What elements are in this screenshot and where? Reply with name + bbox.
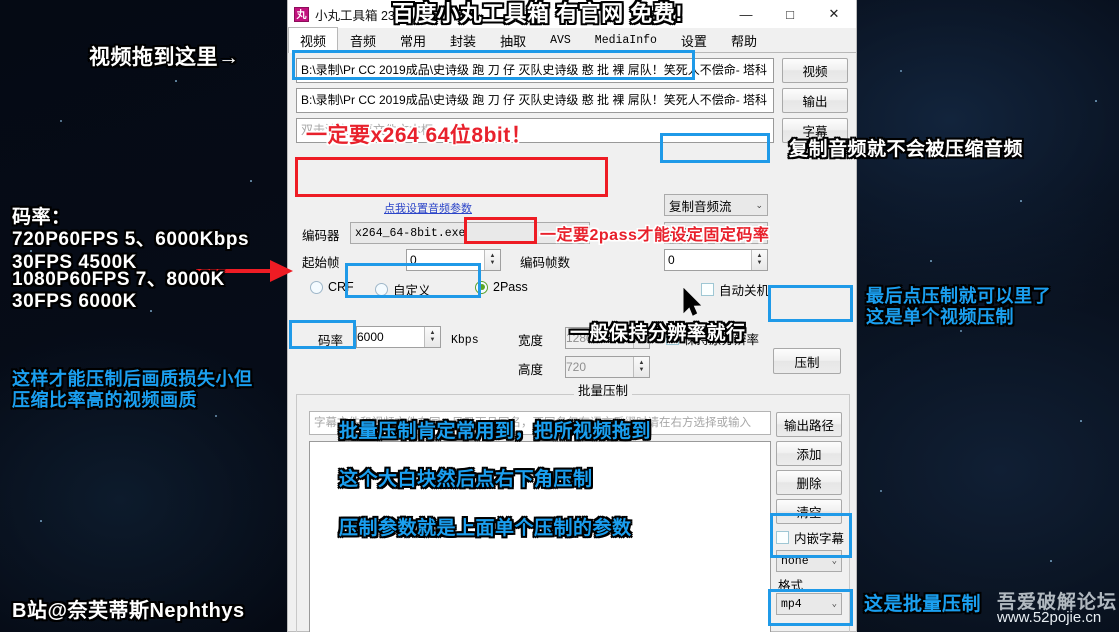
encode-frames-label: 编码帧数 <box>520 256 571 270</box>
tab-avs[interactable]: AVS <box>538 27 583 52</box>
annotation-bitrate-block: 码率： 720P60FPS 5、6000Kbps 30FPS 4500K <box>12 207 250 273</box>
encode-frames-input[interactable]: 0 ▲ ▼ <box>664 249 768 271</box>
audio-mode-combo[interactable]: 复制音频流 ⌄ <box>664 194 768 216</box>
annotation-batch-line-3: 压制参数就是上面单个压制的参数 <box>339 518 632 539</box>
radio-indicator <box>475 280 488 294</box>
radio-crf[interactable]: CRF <box>310 280 354 294</box>
annotation-batch-line-1: 批量压制肯定常用到，把所视频拖到 <box>339 421 652 442</box>
chevron-down-icon: ⌄ <box>831 556 837 566</box>
radio-2pass[interactable]: 2Pass <box>475 280 528 294</box>
radio-indicator <box>375 283 388 296</box>
mouse-cursor-icon <box>683 288 702 316</box>
tab-video[interactable]: 视频 <box>288 27 339 53</box>
auto-shutdown-checkbox[interactable]: 自动关机 <box>701 280 769 299</box>
annotation-batch-encode-note: 这是批量压制 <box>864 594 982 615</box>
batch-output-path-button[interactable]: 输出路径 <box>776 412 842 437</box>
video-browse-button[interactable]: 视频 <box>782 58 848 83</box>
output-row: B:\录制\Pr CC 2019成品\史诗级 跑 刀 仔 灭队史诗级 憨 批 裸… <box>288 88 856 113</box>
start-frame-input[interactable]: 0 ▲ ▼ <box>406 249 501 271</box>
encoder-label: 编码器 <box>302 229 340 243</box>
radio-2pass-label: 2Pass <box>493 280 528 294</box>
subtitle-language-select[interactable]: none ⌄ <box>776 550 842 572</box>
tab-strip: 视频 音频 常用 封装 抽取 AVS MediaInfo 设置 帮助 <box>288 27 856 53</box>
annotation-bitrate-block-2: 1080P60FPS 7、8000K 30FPS 6000K <box>12 269 225 313</box>
radio-crf-label: CRF <box>328 280 354 294</box>
annotation-drag-here: 视频拖到这里→ <box>89 46 240 69</box>
output-browse-button[interactable]: 输出 <box>782 88 848 113</box>
bitrate-unit: Kbps <box>451 334 479 347</box>
spinner-arrows-icon[interactable]: ▲ ▼ <box>484 250 500 270</box>
radio-custom[interactable]: 自定义 <box>375 280 431 299</box>
audio-mode-value: 复制音频流 <box>669 199 732 214</box>
annotation-copy-audio: 复制音频就不会被压缩音频 <box>789 139 1024 160</box>
annotation-keep-resolution-note: 一般保持分辨率就行 <box>570 323 746 344</box>
chevron-down-icon: ⌄ <box>755 199 763 210</box>
embed-subtitle-label: 内嵌字幕 <box>794 532 845 546</box>
minimize-button[interactable]: — <box>724 0 768 28</box>
window-controls: — □ ✕ <box>724 0 856 28</box>
auto-shutdown-label: 自动关机 <box>719 284 770 298</box>
checkbox-indicator <box>701 283 714 296</box>
tab-common[interactable]: 常用 <box>388 27 438 52</box>
format-select[interactable]: mp4 ⌄ <box>776 593 842 615</box>
annotation-batch-line-2: 这个大白块然后点右下角压制 <box>339 469 593 490</box>
bitrate-input[interactable]: 6000 ▲ ▼ <box>356 326 441 348</box>
bitrate-label: 码率 <box>318 334 344 348</box>
audio-params-link[interactable]: 点我设置音频参数 <box>384 203 472 215</box>
tab-settings[interactable]: 设置 <box>669 27 719 52</box>
close-button[interactable]: ✕ <box>812 0 856 28</box>
height-label: 高度 <box>518 363 544 377</box>
radio-indicator <box>310 280 323 294</box>
tab-extract[interactable]: 抽取 <box>488 27 538 52</box>
embed-subtitle-checkbox[interactable]: 内嵌字幕 <box>776 528 844 547</box>
batch-clear-button[interactable]: 清空 <box>776 499 842 524</box>
annotation-single-encode-note: 最后点压制就可以里了 这是单个视频压制 <box>866 286 1051 328</box>
tab-audio[interactable]: 音频 <box>338 27 388 52</box>
annotation-must-x264: 一定要x264 64位8bit！ <box>306 124 533 147</box>
window-title: 小丸工具箱 236 <box>315 8 402 23</box>
video-output-field[interactable]: B:\录制\Pr CC 2019成品\史诗级 跑 刀 仔 灭队史诗级 憨 批 裸… <box>296 88 774 113</box>
annotation-credit: B站@奈芙蒂斯Nephthys <box>12 600 245 622</box>
height-input[interactable]: 720 ▲ ▼ <box>565 356 650 378</box>
subtitle-language-value: none <box>781 554 809 568</box>
video-input-field[interactable]: B:\录制\Pr CC 2019成品\史诗级 跑 刀 仔 灭队史诗级 憨 批 裸… <box>296 58 774 83</box>
single-encode-button[interactable]: 压制 <box>773 348 841 374</box>
annotation-quality-note: 这样才能压制后画质损失小但 压缩比率高的视频画质 <box>12 369 253 411</box>
format-value: mp4 <box>781 597 802 611</box>
spinner-arrows-icon[interactable]: ▲ ▼ <box>751 250 767 270</box>
annotation-must-2pass: 一定要2pass才能设定固定码率 <box>540 227 770 244</box>
screenshot-root: 丸 小丸工具箱 236 — □ ✕ 视频 音频 常用 封装 抽取 AVS Med… <box>0 0 1119 632</box>
format-label: 格式 <box>778 579 804 593</box>
batch-add-button[interactable]: 添加 <box>776 441 842 466</box>
spinner-arrows-icon[interactable]: ▲ ▼ <box>633 357 649 377</box>
bitrate-value: 6000 <box>357 330 384 344</box>
watermark-site-url: www.52pojie.cn <box>997 609 1102 626</box>
tab-help[interactable]: 帮助 <box>719 27 769 52</box>
batch-group-title: 批量压制 <box>574 380 633 399</box>
tab-mux[interactable]: 封装 <box>438 27 488 52</box>
width-label: 宽度 <box>518 334 544 348</box>
start-frame-value: 0 <box>410 253 417 267</box>
app-icon: 丸 <box>294 6 309 22</box>
annotation-top-banner: 百度小丸工具箱 有官网 免费! <box>392 1 684 26</box>
input-row: B:\录制\Pr CC 2019成品\史诗级 跑 刀 仔 灭队史诗级 憨 批 裸… <box>288 58 856 83</box>
batch-delete-button[interactable]: 删除 <box>776 470 842 495</box>
height-value: 720 <box>566 360 587 374</box>
checkbox-indicator <box>776 531 789 544</box>
chevron-down-icon: ⌄ <box>831 599 837 609</box>
tab-mediainfo[interactable]: MediaInfo <box>583 27 669 52</box>
radio-custom-label: 自定义 <box>393 284 431 298</box>
spinner-arrows-icon[interactable]: ▲ ▼ <box>424 327 440 347</box>
maximize-button[interactable]: □ <box>768 0 812 28</box>
start-frame-label: 起始帧 <box>302 256 340 270</box>
encoder-value: x264_64-8bit.exe <box>355 226 466 240</box>
encode-frames-value: 0 <box>668 253 675 267</box>
